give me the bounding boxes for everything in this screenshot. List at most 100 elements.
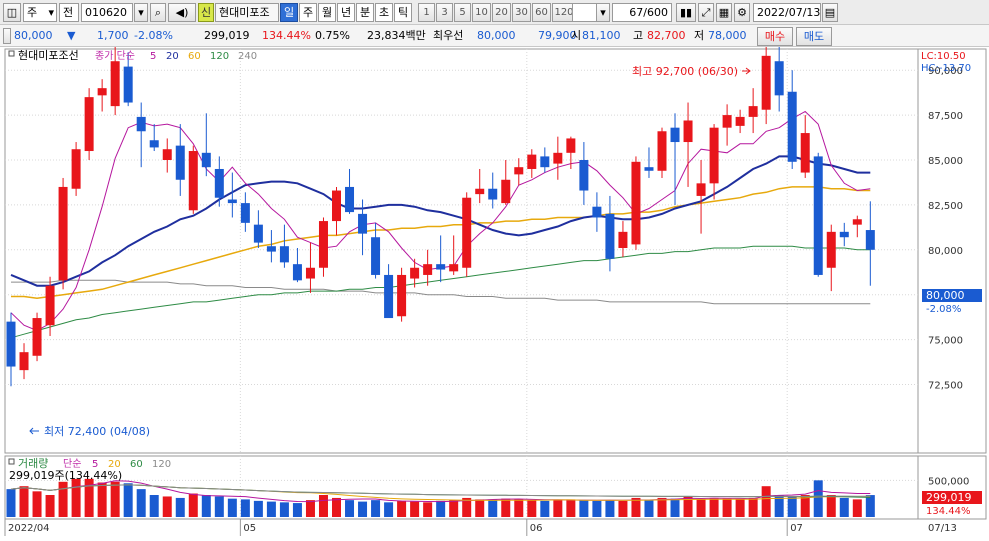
- candle-body: [149, 140, 159, 148]
- interval-button-2[interactable]: 5: [454, 3, 471, 22]
- volume-tick-label: 500,000: [928, 476, 969, 487]
- chart-area[interactable]: 72,50075,00077,50080,00082,50085,00087,5…: [0, 21, 989, 538]
- interval-button-0[interactable]: 1: [418, 3, 435, 22]
- stock-type-select[interactable]: 전: [59, 3, 79, 22]
- volume-bar: [449, 500, 459, 517]
- hc-label: HC:-13.70: [921, 63, 971, 74]
- volume-bar: [345, 500, 355, 517]
- volume-bar: [318, 495, 328, 517]
- candle-body: [527, 154, 537, 169]
- buy-button[interactable]: 매수: [757, 27, 793, 46]
- candle-body: [488, 188, 498, 200]
- volume-bar: [631, 497, 641, 517]
- stock-name: 현대미포조: [219, 6, 270, 19]
- low-label: 저: [694, 29, 705, 42]
- candle-body: [318, 221, 328, 268]
- date-value: 2022/07/13: [757, 6, 821, 19]
- volume-bar: [644, 500, 654, 517]
- sound-button[interactable]: ◀): [168, 3, 196, 22]
- legend-ma-20: 20: [166, 51, 179, 62]
- candle-body: [175, 145, 185, 180]
- legend-ma-120: 120: [210, 51, 229, 62]
- volume-bar: [266, 501, 276, 517]
- candle-body: [631, 161, 641, 245]
- last-date-label: 07/13: [928, 523, 957, 534]
- code-dropdown-button[interactable]: ▾: [134, 3, 148, 22]
- volume-bar: [6, 489, 16, 517]
- period-tab-4[interactable]: 분: [356, 3, 374, 22]
- chevron-down-icon: ▾: [48, 6, 54, 19]
- volume-bar: [865, 495, 875, 517]
- date-input[interactable]: 2022/07/13: [753, 3, 821, 22]
- volume-bar: [201, 495, 211, 517]
- volume-bar: [670, 498, 680, 517]
- candle-body: [852, 219, 862, 225]
- settings-icon[interactable]: ⚙: [734, 3, 750, 22]
- month-label: 07: [790, 523, 803, 534]
- volume-bar: [71, 478, 81, 517]
- interval-button-3[interactable]: 10: [472, 3, 491, 22]
- turnover: 0.75%: [315, 29, 350, 42]
- sell-button[interactable]: 매도: [796, 27, 832, 46]
- speaker-icon: ◀): [175, 6, 189, 19]
- layout-icon[interactable]: ◫: [3, 3, 21, 22]
- period-tab-2[interactable]: 월: [318, 3, 336, 22]
- candle-body: [722, 115, 732, 128]
- candle-body: [371, 237, 381, 275]
- volume-bar: [722, 498, 732, 517]
- high-annotation: 최고 92,700 (06/30): [632, 65, 738, 78]
- best-ask: 80,000: [477, 29, 516, 42]
- market-select[interactable]: 주 ▾: [23, 3, 57, 22]
- interval-button-6[interactable]: 60: [532, 3, 551, 22]
- period-tab-6[interactable]: 틱: [394, 3, 412, 22]
- new-listing-badge[interactable]: 신: [198, 3, 214, 22]
- quote-bar: 80,000 ▼ 1,700 -2.08% 299,019 134.44% 0.…: [0, 25, 989, 47]
- interval-button-4[interactable]: 20: [492, 3, 511, 22]
- interval-button-5[interactable]: 30: [512, 3, 531, 22]
- search-button[interactable]: ⌕: [150, 3, 166, 22]
- candle-body: [84, 97, 94, 152]
- code-input[interactable]: 010620: [81, 3, 133, 22]
- volume-bar: [787, 496, 797, 517]
- display-count-input[interactable]: 67/600: [612, 3, 672, 22]
- volume-bar: [358, 501, 368, 517]
- candle-body: [709, 127, 719, 184]
- period-tab-5[interactable]: 초: [375, 3, 393, 22]
- candle-body: [227, 199, 237, 204]
- calendar-icon[interactable]: ▤: [822, 3, 838, 22]
- candle-style-icon[interactable]: ▮▮: [676, 3, 696, 22]
- current-price-tag-pct: -2.08%: [926, 304, 961, 315]
- candle-body: [592, 206, 602, 218]
- trade-amount: 23,834백만: [367, 29, 426, 42]
- tool-icon[interactable]: ▦: [716, 3, 732, 22]
- down-arrow-icon: ▼: [67, 29, 76, 42]
- month-label: 05: [243, 523, 256, 534]
- interval-dropdown[interactable]: ▾: [596, 3, 610, 22]
- volume-bar: [761, 486, 771, 517]
- volume-bar: [175, 497, 185, 517]
- volume-bar: [384, 502, 394, 517]
- volume-bar: [514, 499, 524, 517]
- volume-bar: [826, 495, 836, 517]
- volume-bar: [813, 480, 823, 517]
- volume-bar: [305, 500, 315, 517]
- candle-body: [553, 152, 563, 164]
- candle-body: [423, 264, 433, 275]
- candle-body: [201, 152, 211, 168]
- candle-body: [865, 230, 875, 250]
- volume-bar: [709, 497, 719, 517]
- candle-body: [787, 91, 797, 162]
- period-tab-1[interactable]: 주: [299, 3, 317, 22]
- indicator-icon[interactable]: ⤢: [698, 3, 714, 22]
- interval-button-1[interactable]: 3: [436, 3, 453, 22]
- chevron-down-icon: ▾: [138, 6, 144, 19]
- chart-svg[interactable]: 72,50075,00077,50080,00082,50085,00087,5…: [0, 21, 989, 538]
- candle-body: [657, 131, 667, 171]
- quote-toggle[interactable]: [3, 28, 11, 44]
- candle-body: [839, 231, 849, 238]
- candle-body: [475, 188, 485, 195]
- period-tab-3[interactable]: 년: [337, 3, 355, 22]
- volume-bar: [227, 498, 237, 517]
- candle-body: [110, 61, 120, 107]
- period-tab-0[interactable]: 일: [280, 3, 298, 22]
